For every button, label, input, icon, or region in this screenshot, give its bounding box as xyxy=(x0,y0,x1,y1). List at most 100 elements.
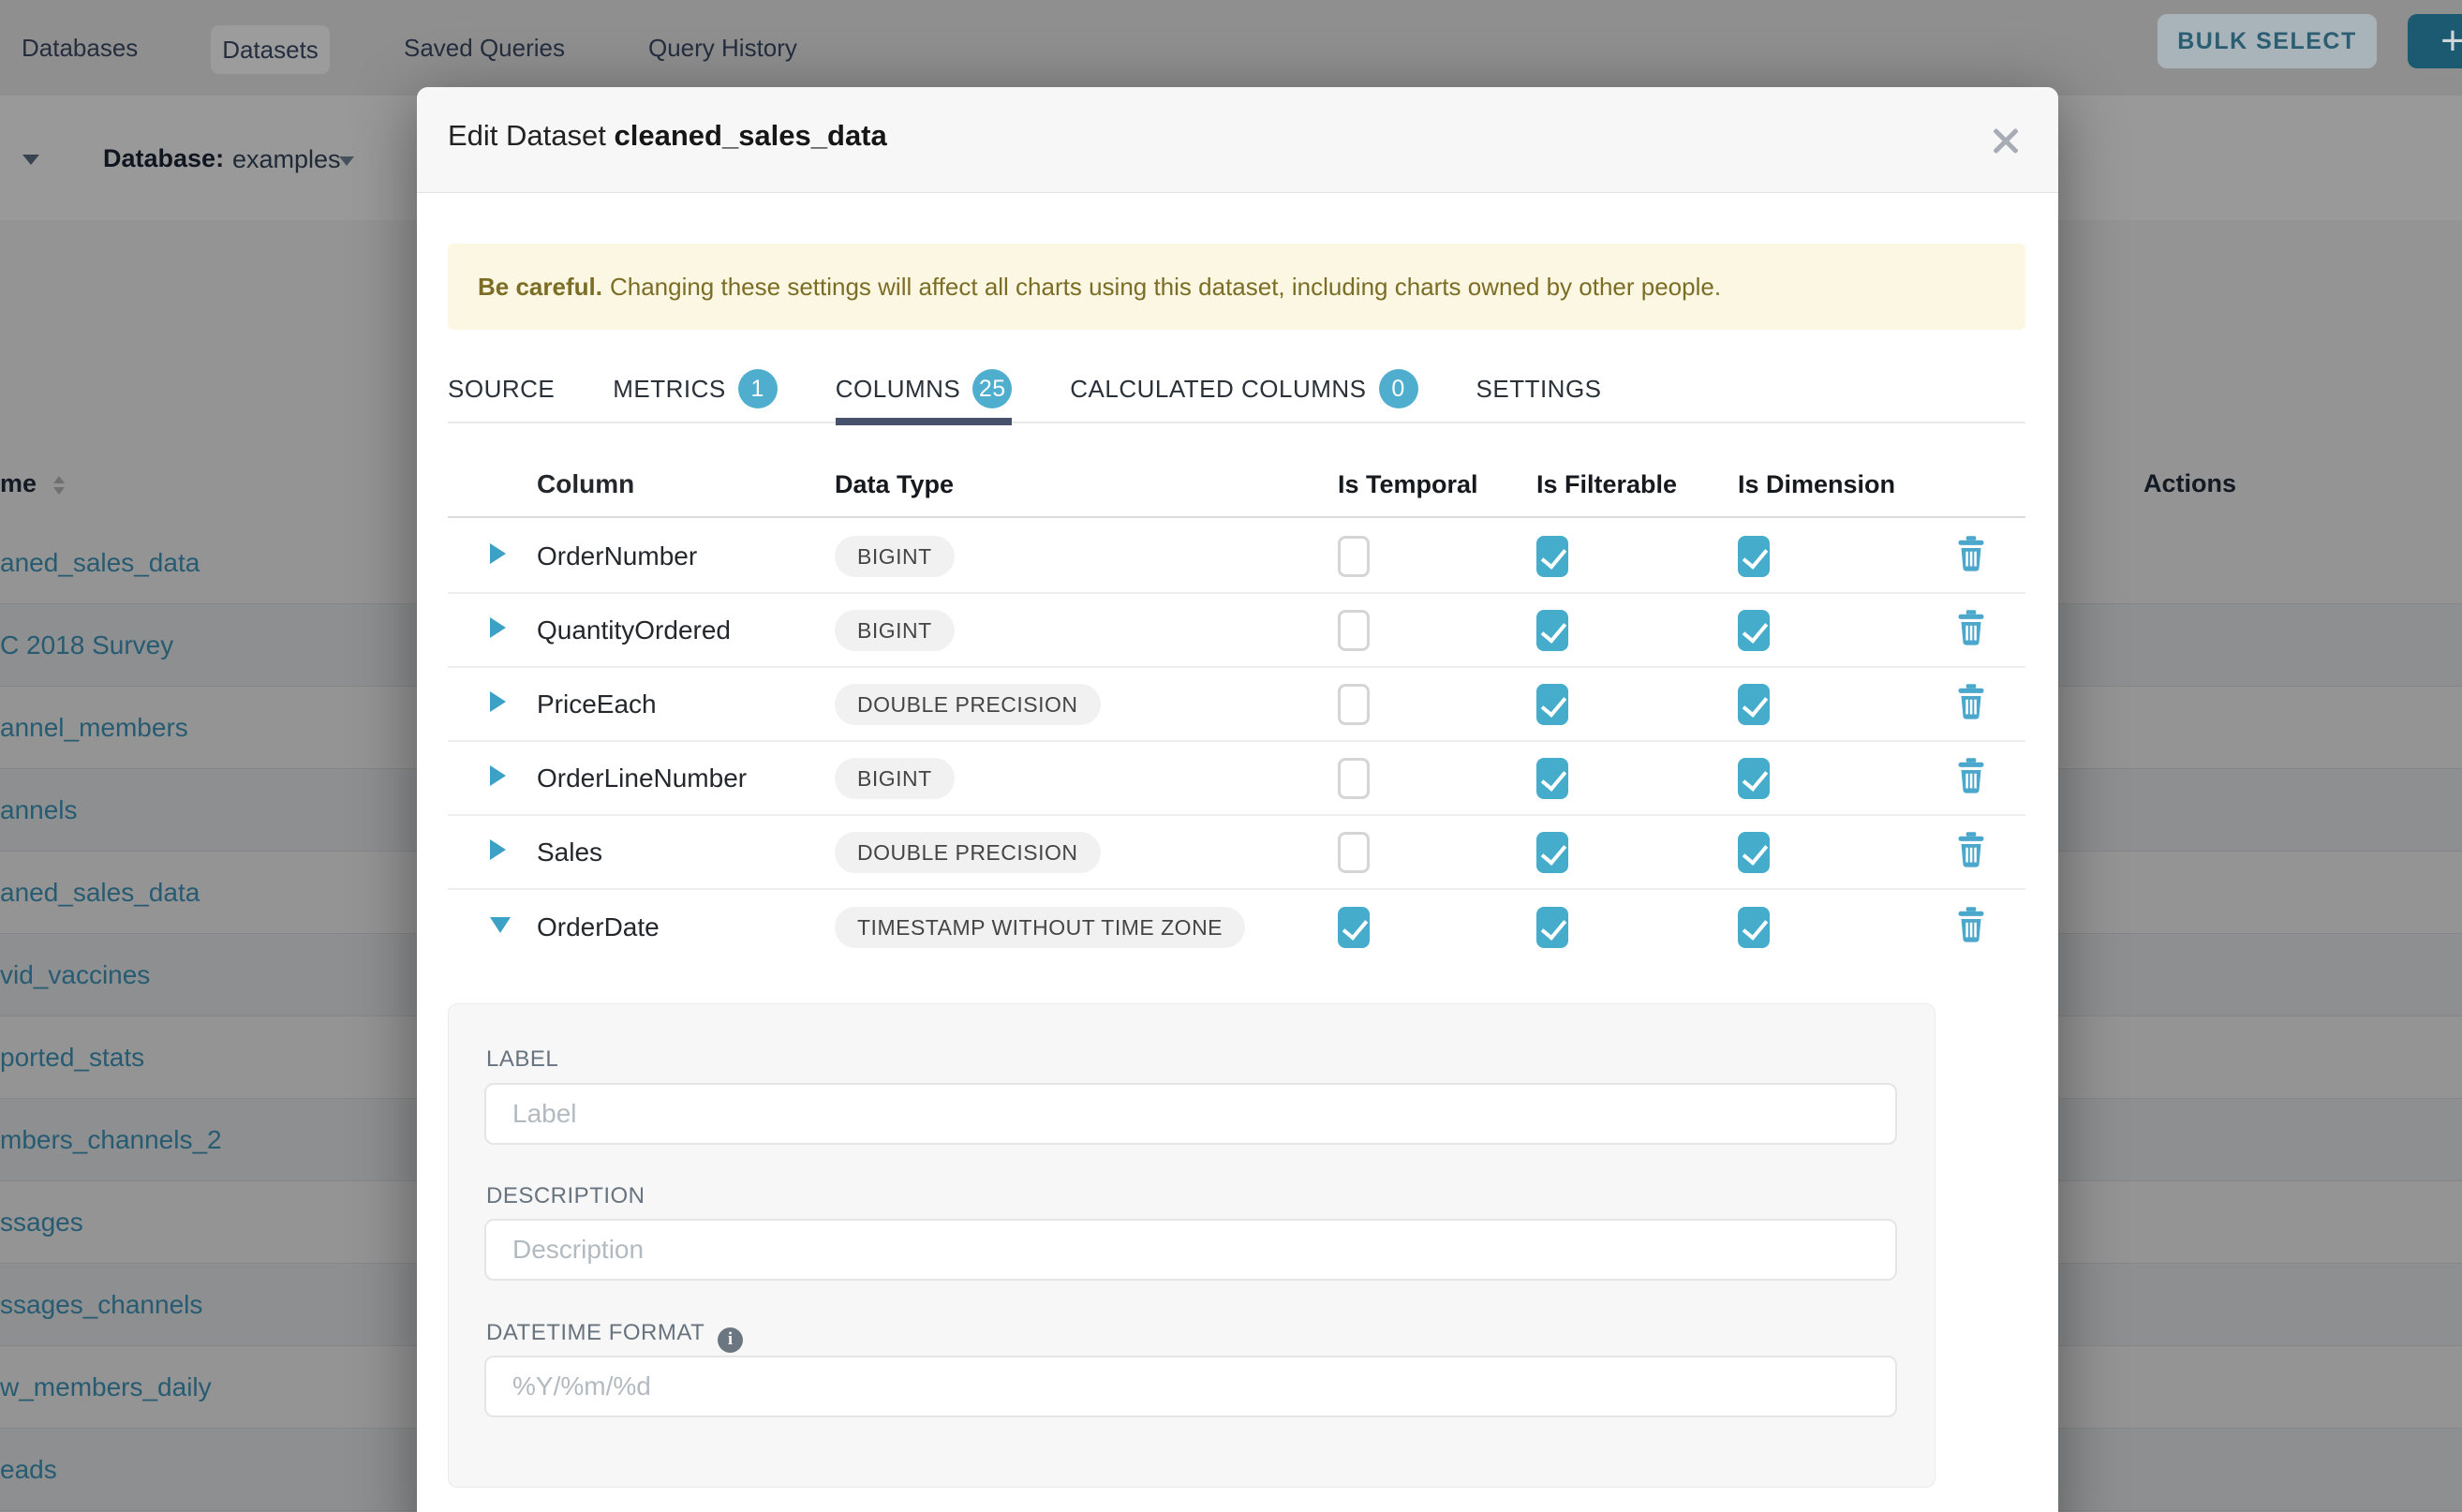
label-input[interactable] xyxy=(484,1083,1897,1145)
datetime-format-field-label: DATETIME FORMATi xyxy=(486,1320,743,1353)
delete-icon[interactable] xyxy=(1954,906,1988,943)
header-data-type: Data Type xyxy=(835,470,1338,499)
add-dataset-button[interactable]: + xyxy=(2408,14,2462,68)
dataset-link[interactable]: aned_sales_data xyxy=(0,548,200,578)
collapse-caret-icon[interactable] xyxy=(490,917,511,933)
is-filterable-checkbox[interactable] xyxy=(1536,536,1568,577)
column-row: OrderNumber BIGINT xyxy=(448,520,2025,594)
chevron-down-icon[interactable] xyxy=(22,155,39,165)
dataset-link[interactable]: ssages_channels xyxy=(0,1290,202,1320)
is-dimension-checkbox[interactable] xyxy=(1738,536,1770,577)
is-temporal-checkbox[interactable] xyxy=(1338,610,1370,651)
data-type-pill: BIGINT xyxy=(835,610,955,651)
modal-title-prefix: Edit Dataset xyxy=(448,119,606,152)
warning-banner: Be careful. Changing these settings will… xyxy=(448,244,2025,330)
column-name: OrderLineNumber xyxy=(537,763,835,793)
dataset-link[interactable]: annel_members xyxy=(0,713,188,743)
tab-settings[interactable]: SETTINGS xyxy=(1476,354,1602,423)
modal-title-dataset-name: cleaned_sales_data xyxy=(615,119,887,152)
tab-count-badge: 1 xyxy=(738,369,778,408)
dataset-link[interactable]: vid_vaccines xyxy=(0,960,150,990)
is-dimension-checkbox[interactable] xyxy=(1738,758,1770,799)
is-filterable-checkbox[interactable] xyxy=(1536,610,1568,651)
sort-icon[interactable] xyxy=(53,476,65,495)
column-name: Sales xyxy=(537,838,835,867)
nav-item-query-history[interactable]: Query History xyxy=(648,0,797,96)
modal-tabs: SOURCE METRICS 1 COLUMNS 25 CALCULATED C… xyxy=(448,354,2025,423)
is-temporal-checkbox[interactable] xyxy=(1338,907,1370,948)
is-filterable-checkbox[interactable] xyxy=(1536,832,1568,873)
is-filterable-checkbox[interactable] xyxy=(1536,907,1568,948)
is-dimension-checkbox[interactable] xyxy=(1738,684,1770,725)
is-dimension-checkbox[interactable] xyxy=(1738,610,1770,651)
delete-icon[interactable] xyxy=(1954,535,1988,572)
dataset-link[interactable]: C 2018 Survey xyxy=(0,630,173,660)
tab-columns[interactable]: COLUMNS 25 xyxy=(836,354,1013,423)
bulk-select-button[interactable]: BULK SELECT xyxy=(2158,14,2377,68)
delete-icon[interactable] xyxy=(1954,757,1988,794)
tab-source[interactable]: SOURCE xyxy=(448,354,555,423)
columns-table-rows: OrderNumber BIGINT QuantityOrdered BIGIN… xyxy=(448,520,2025,964)
is-temporal-checkbox[interactable] xyxy=(1338,832,1370,873)
warning-bold: Be careful. xyxy=(478,273,602,302)
expand-caret-icon[interactable] xyxy=(490,765,506,786)
column-header-name[interactable]: me xyxy=(0,469,37,498)
is-temporal-checkbox[interactable] xyxy=(1338,684,1370,725)
tab-label: COLUMNS xyxy=(836,375,961,404)
expand-caret-icon[interactable] xyxy=(490,839,506,860)
info-icon[interactable]: i xyxy=(718,1327,743,1353)
nav-item-datasets[interactable]: Datasets xyxy=(211,25,330,74)
datetime-format-input[interactable] xyxy=(484,1356,1897,1417)
column-row-expanded: OrderDate TIMESTAMP WITHOUT TIME ZONE xyxy=(448,890,2025,964)
delete-icon[interactable] xyxy=(1954,683,1988,720)
tab-metrics[interactable]: METRICS 1 xyxy=(613,354,778,423)
close-icon[interactable] xyxy=(1991,126,2021,156)
is-dimension-checkbox[interactable] xyxy=(1738,907,1770,948)
expand-caret-icon[interactable] xyxy=(490,543,506,564)
dataset-link[interactable]: w_members_daily xyxy=(0,1372,212,1402)
modal-title: Edit Dataset cleaned_sales_data xyxy=(448,119,887,153)
top-navigation: Databases Datasets Saved Queries Query H… xyxy=(0,0,2462,96)
tab-label: METRICS xyxy=(613,375,726,404)
is-dimension-checkbox[interactable] xyxy=(1738,832,1770,873)
expand-caret-icon[interactable] xyxy=(490,691,506,712)
tab-calculated-columns[interactable]: CALCULATED COLUMNS 0 xyxy=(1070,354,1417,423)
nav-item-saved-queries[interactable]: Saved Queries xyxy=(404,0,565,96)
database-filter-value[interactable]: examples xyxy=(232,145,341,174)
dataset-link[interactable]: annels xyxy=(0,795,78,825)
edit-dataset-modal: Edit Dataset cleaned_sales_data Be caref… xyxy=(417,87,2058,1512)
dataset-link[interactable]: aned_sales_data xyxy=(0,878,200,908)
column-row: Sales DOUBLE PRECISION xyxy=(448,816,2025,890)
header-is-dimension: Is Dimension xyxy=(1738,470,1939,499)
is-filterable-checkbox[interactable] xyxy=(1536,758,1568,799)
is-temporal-checkbox[interactable] xyxy=(1338,758,1370,799)
description-input[interactable] xyxy=(484,1219,1897,1281)
is-filterable-checkbox[interactable] xyxy=(1536,684,1568,725)
tab-label: CALCULATED COLUMNS xyxy=(1070,375,1366,404)
column-name: OrderNumber xyxy=(537,541,835,571)
expand-caret-icon[interactable] xyxy=(490,617,506,638)
dataset-link[interactable]: eads xyxy=(0,1455,57,1485)
is-temporal-checkbox[interactable] xyxy=(1338,536,1370,577)
label-field-label: LABEL xyxy=(486,1046,558,1073)
tab-count-badge: 0 xyxy=(1379,369,1418,408)
delete-icon[interactable] xyxy=(1954,609,1988,646)
data-type-pill: TIMESTAMP WITHOUT TIME ZONE xyxy=(835,907,1245,948)
dataset-link[interactable]: ported_stats xyxy=(0,1043,144,1073)
warning-text: Changing these settings will affect all … xyxy=(610,273,1721,302)
nav-item-databases[interactable]: Databases xyxy=(22,0,138,96)
dataset-link[interactable]: ssages xyxy=(0,1208,83,1238)
column-header-actions: Actions xyxy=(2143,469,2236,498)
column-name: QuantityOrdered xyxy=(537,615,835,645)
column-row: PriceEach DOUBLE PRECISION xyxy=(448,668,2025,742)
data-type-pill: DOUBLE PRECISION xyxy=(835,684,1101,725)
data-type-pill: DOUBLE PRECISION xyxy=(835,832,1101,873)
tab-label: SETTINGS xyxy=(1476,375,1602,404)
column-row: QuantityOrdered BIGINT xyxy=(448,594,2025,668)
data-type-pill: BIGINT xyxy=(835,536,955,577)
chevron-down-icon[interactable] xyxy=(339,156,354,166)
dataset-link[interactable]: mbers_channels_2 xyxy=(0,1125,222,1155)
tab-count-badge: 25 xyxy=(972,369,1012,408)
delete-icon[interactable] xyxy=(1954,831,1988,868)
data-type-pill: BIGINT xyxy=(835,758,955,799)
